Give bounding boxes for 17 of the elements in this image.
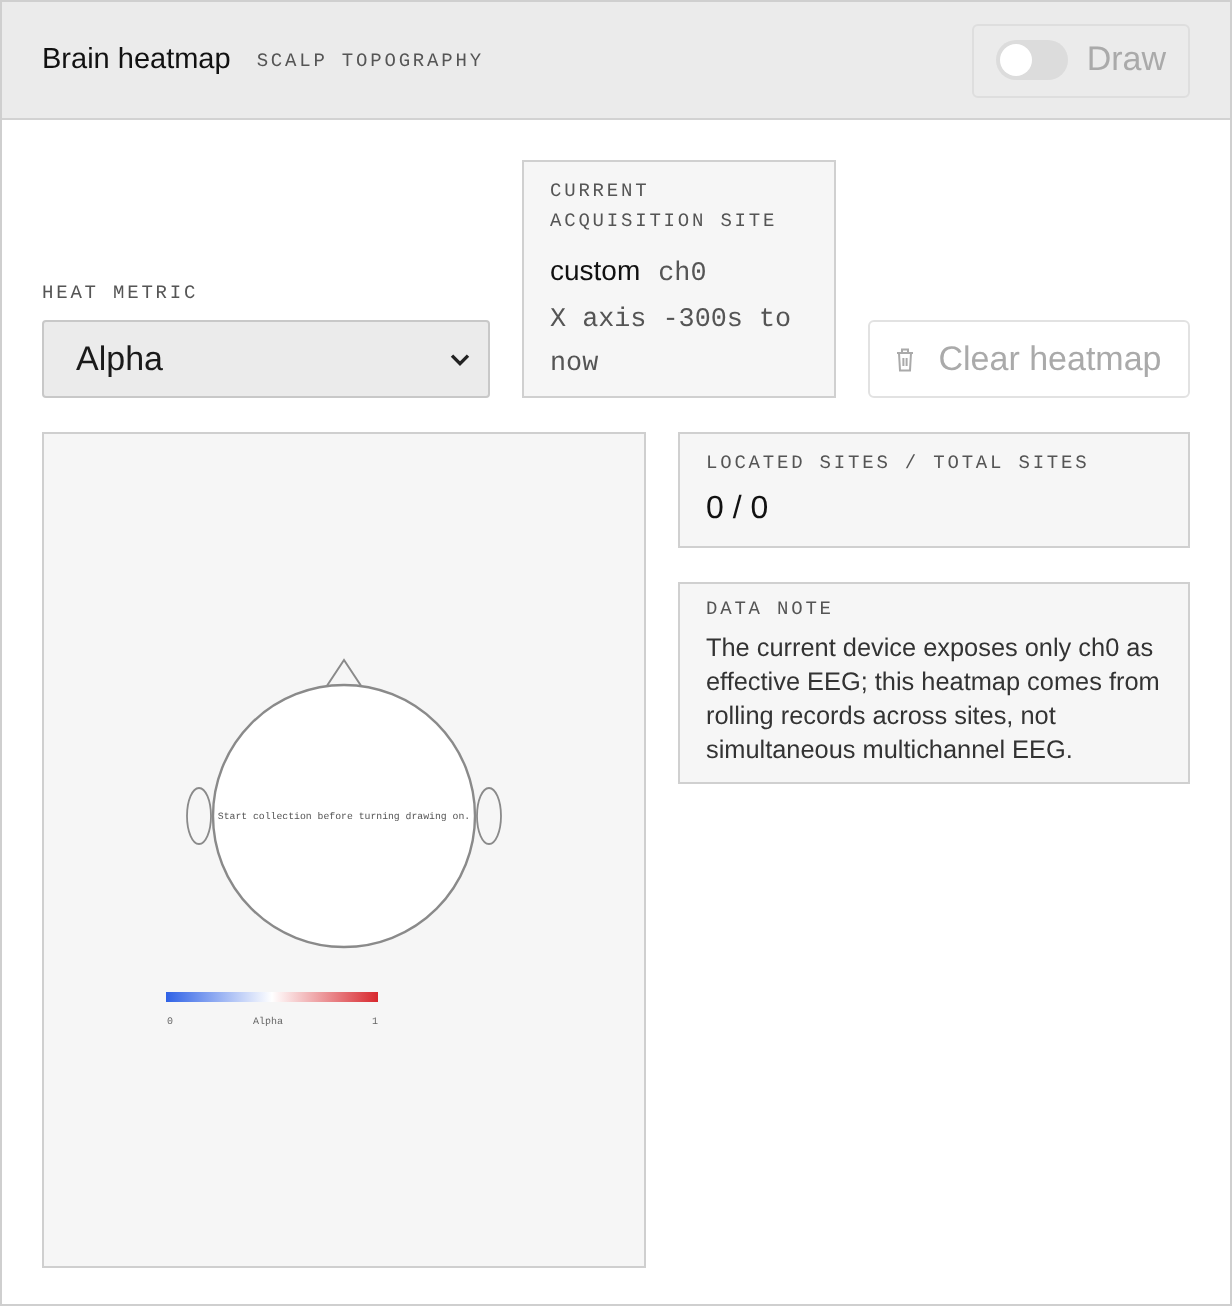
axis-range-text: X axis -300s to now — [550, 304, 794, 383]
card-label: DATA NOTE — [706, 596, 836, 624]
chevron-down-icon — [450, 353, 470, 365]
field-label: HEAT METRIC — [42, 280, 199, 308]
channel-name: ch0 — [658, 258, 707, 294]
metric-select[interactable]: Alpha — [42, 320, 490, 398]
trash-icon — [896, 347, 915, 371]
site-name: custom — [550, 252, 641, 290]
note-text: The current device exposes only ch0 as effective EEG; this heatmap comes from rolling records across sites, not simultaneous multichannel EEG. — [706, 632, 1162, 768]
panel-title: Brain heatmap — [42, 44, 231, 76]
ear-outline — [476, 787, 502, 845]
panel-subtitle: SCALP TOPOGRAPHY — [256, 49, 484, 71]
nose-outline — [325, 658, 363, 689]
card-label: CURRENT ACQUISITION SITE — [550, 178, 780, 236]
ear-outline — [186, 787, 212, 845]
site-count-value: 0 / 0 — [706, 490, 771, 530]
card-label: LOCATED SITES / TOTAL SITES — [706, 450, 1092, 478]
